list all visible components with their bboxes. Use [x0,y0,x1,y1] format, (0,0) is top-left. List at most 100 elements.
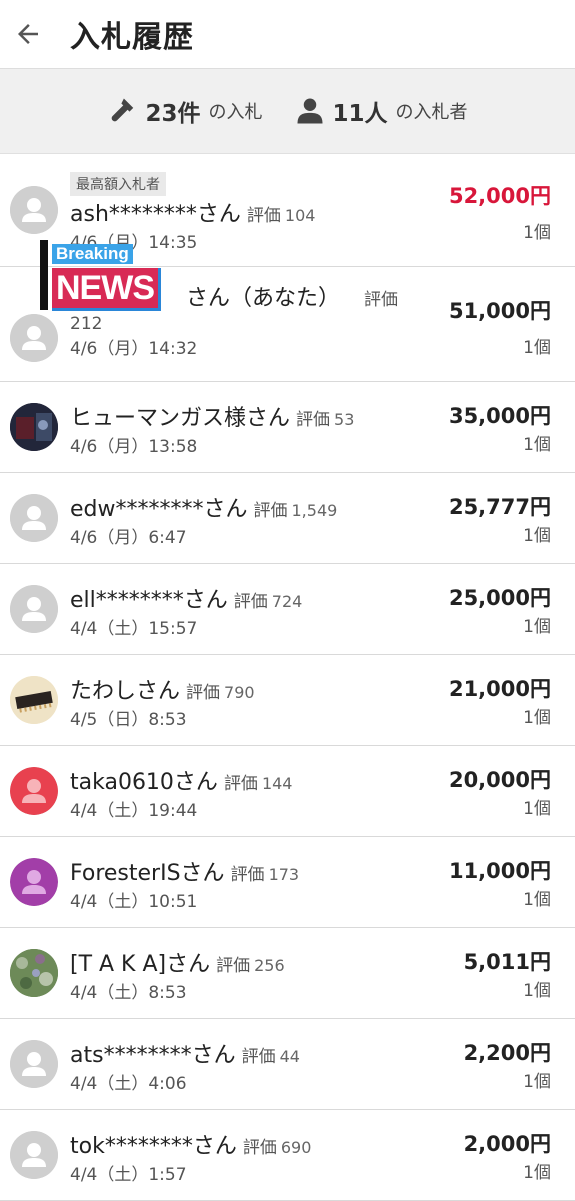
bidder-name-line: ash********さん 評価 104 [70,196,435,228]
bid-count-number: 23件 [145,101,201,127]
bid-info: 最高額入札者 ash********さん 評価 104 4/6（月）14:35 [70,154,435,253]
bid-quantity: 1個 [523,890,551,910]
bidder-name[interactable]: taka0610さん [70,770,218,795]
bid-price: 52,000円 [448,184,551,208]
avatar [10,314,58,362]
bidder-count: 11人 の入札者 [295,94,468,128]
default-user-icon [10,767,58,815]
bidder-name-line: ヒューマンガス様さん 評価 53 [70,400,435,432]
bid-info: ats********さん 評価 44 4/4（土）4:06 [70,1019,435,1094]
bid-price: 11,000円 [448,859,551,883]
bid-price: 2,000円 [463,1132,551,1156]
bid-row[interactable]: edw********さん 評価 1,549 4/6（月）6:47 25,777円 … [0,473,575,564]
bid-row[interactable]: ForesterISさん 評価 173 4/4（土）10:51 11,000円 1個 [0,837,575,928]
bid-row[interactable]: たわしさん 評価 790 4/5（日）8:53 21,000円 1個 [0,655,575,746]
bid-row[interactable]: ell********さん 評価 724 4/4（土）15:57 25,000円 1… [0,564,575,655]
rating-label: 評価 [246,206,281,226]
rating-value: 173 [268,865,300,884]
bid-price: 51,000円 [448,299,551,323]
back-button[interactable] [0,12,56,56]
sticker-bar [40,240,48,310]
default-user-icon [10,585,58,633]
bid-date: 4/4（土）1:57 [70,1165,187,1185]
bidder-name[interactable]: ヒューマンガス様さん [70,406,290,431]
bid-date: 4/4（土）10:51 [70,892,198,912]
bidder-name[interactable]: edw********さん [70,497,248,522]
bid-price: 35,000円 [448,404,551,428]
bid-count: 23件 の入札 [107,94,263,128]
bid-date: 4/6（月）6:47 [70,528,187,548]
bid-info: edw********さん 評価 1,549 4/6（月）6:47 [70,473,435,548]
bidder-name-line: たわしさん 評価 790 [70,673,435,705]
rating-value: 44 [279,1047,300,1066]
rating-value: 104 [284,206,316,225]
person-icon [297,98,322,124]
bid-row[interactable]: ヒューマンガス様さん 評価 53 4/6（月）13:58 35,000円 1個 [0,382,575,473]
bidder-name[interactable]: [T A K A]さん [70,952,210,977]
avatar [10,949,58,997]
bidder-name[interactable]: たわしさん [70,679,180,704]
avatar [10,767,58,815]
aerial-photo-icon [10,949,58,997]
avatar [10,403,58,451]
breaking-news-sticker: Breaking NEWS [40,240,190,311]
bidder-name-line: tok********さん 評価 690 [70,1128,435,1160]
default-user-icon [10,186,58,234]
default-user-icon [10,1131,58,1179]
bid-row[interactable]: [T A K A]さん 評価 256 4/4（土）8:53 5,011円 1個 [0,928,575,1019]
bid-price: 2,200円 [463,1041,551,1065]
app-header: 入札履歴 [0,0,575,69]
bid-quantity: 1個 [523,338,551,358]
highest-bidder-badge: 最高額入札者 [70,172,166,196]
bid-info: ell********さん 評価 724 4/4（土）15:57 [70,564,435,639]
bidder-name[interactable]: tok********さん [70,1134,237,1159]
bidder-name-line: taka0610さん 評価 144 [70,764,435,796]
bid-quantity: 1個 [523,981,551,1001]
rating-value-line: 212 [70,314,425,334]
bid-info: ヒューマンガス様さん 評価 53 4/6（月）13:58 [70,382,435,457]
gavel-icon [112,98,134,122]
bid-quantity: 1個 [523,1072,551,1092]
bid-row[interactable]: taka0610さん 評価 144 4/4（土）19:44 20,000円 1個 [0,746,575,837]
bid-price: 25,777円 [448,495,551,519]
bid-price: 20,000円 [448,768,551,792]
bidder-name[interactable]: ForesterISさん [70,861,225,886]
bidder-name[interactable]: ash********さん [70,202,241,227]
bidder-count-number: 11人 [332,101,388,127]
bid-info: たわしさん 評価 790 4/5（日）8:53 [70,655,435,730]
bidder-count-label: の入札者 [395,102,468,123]
bid-info: ForesterISさん 評価 173 4/4（土）10:51 [70,837,435,912]
breaking-label: Breaking [52,244,133,264]
avatar [10,676,58,724]
bid-price: 21,000円 [448,677,551,701]
bidder-name[interactable]: ats********さん [70,1043,236,1068]
news-label: NEWS [52,268,161,311]
avatar [10,186,58,234]
rating-label: 評価 [186,683,221,703]
bid-quantity: 1個 [523,708,551,728]
page-title: 入札履歴 [70,20,194,55]
rating-label: 評価 [223,774,258,794]
bidder-name-line: [T A K A]さん 評価 256 [70,946,435,978]
bid-row[interactable]: tok********さん 評価 690 4/4（土）1:57 2,000円 1個 [0,1110,575,1201]
bid-quantity: 1個 [523,435,551,455]
user-photo-icon [10,403,58,451]
back-arrow-icon [18,24,38,44]
rating-label: 評価 [216,956,251,976]
bid-info: tok********さん 評価 690 4/4（土）1:57 [70,1110,435,1185]
bid-row[interactable]: ats********さん 評価 44 4/4（土）4:06 2,200円 1個 [0,1019,575,1110]
bid-summary: 23件 の入札 11人 の入札者 [0,69,575,154]
rating-label: 評価 [242,1138,277,1158]
rating-value: 690 [280,1138,312,1157]
bid-quantity: 1個 [523,1163,551,1183]
bidder-name-line: ForesterISさん 評価 173 [70,855,435,887]
rating-value: 256 [254,956,285,975]
bid-quantity: 1個 [523,223,551,243]
bidder-name[interactable]: さん（あなた） [186,286,340,311]
rating-label: 評価 [253,501,288,521]
bid-quantity: 1個 [523,617,551,637]
rating-label: 評価 [233,592,268,612]
bid-count-label: の入札 [208,102,263,123]
bidder-name[interactable]: ell********さん [70,588,228,613]
rating-value: 212 [70,314,103,334]
